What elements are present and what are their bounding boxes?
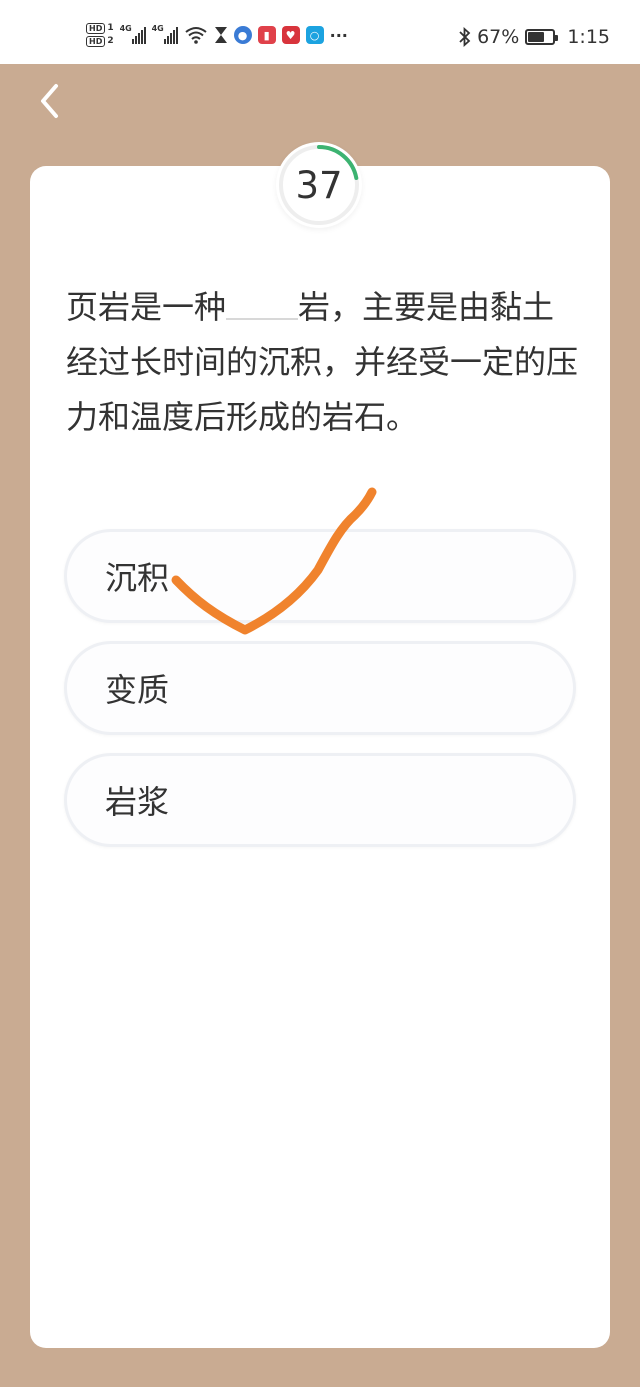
question-part-1: 页岩是一种 bbox=[66, 288, 227, 326]
countdown-timer: 37 bbox=[276, 142, 362, 228]
question-text: 页岩是一种 岩，主要是由黏土经过长时间的沉积，并经受一定的压力和温度后形成的岩石。 bbox=[66, 280, 586, 445]
back-button[interactable] bbox=[32, 80, 72, 124]
signal-icon-2: 4G bbox=[152, 24, 178, 44]
clock: 1:15 bbox=[567, 26, 610, 48]
hd-badge-1: HD bbox=[86, 23, 106, 34]
book-app-icon: ▮ bbox=[257, 26, 276, 44]
hd-sim-1: 1 bbox=[107, 23, 114, 33]
battery-percent: 67% bbox=[477, 26, 520, 48]
option-button-1[interactable]: 沉积 bbox=[64, 529, 576, 623]
status-bar: HD 1 HD 2 4G 4G ● ▮ ♥ ○ ··· 67% 1:15 bbox=[0, 0, 640, 64]
signal-icon-1: 4G bbox=[120, 24, 146, 44]
option-label: 岩浆 bbox=[105, 783, 170, 821]
battery-icon bbox=[525, 29, 559, 45]
timer-value: 37 bbox=[295, 163, 343, 207]
option-label: 变质 bbox=[105, 671, 170, 709]
answer-blank bbox=[226, 282, 299, 320]
chevron-left-icon bbox=[41, 84, 58, 118]
browser-app-icon: ● bbox=[233, 26, 252, 44]
wifi-icon bbox=[184, 27, 207, 44]
option-label: 沉积 bbox=[105, 559, 170, 597]
option-button-2[interactable]: 变质 bbox=[64, 641, 576, 735]
hd-indicator: HD 1 HD 2 bbox=[86, 23, 114, 47]
option-button-3[interactable]: 岩浆 bbox=[64, 753, 576, 847]
hd-badge-2: HD bbox=[86, 36, 106, 47]
status-right: 67% 1:15 bbox=[459, 26, 610, 48]
more-notifications-icon: ··· bbox=[329, 25, 348, 45]
bluetooth-icon bbox=[459, 27, 471, 47]
shop-app-icon: ♥ bbox=[281, 26, 300, 44]
status-left: HD 1 HD 2 4G 4G ● ▮ ♥ ○ ··· bbox=[86, 18, 348, 52]
bulb-app-icon: ○ bbox=[305, 26, 324, 44]
hd-sim-2: 2 bbox=[107, 36, 114, 46]
hourglass-icon bbox=[214, 27, 227, 43]
